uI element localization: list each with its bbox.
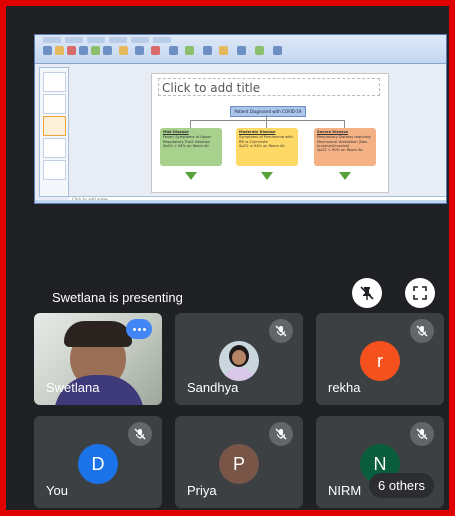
fullscreen-button[interactable] [405, 278, 435, 308]
meeting-window: Click to add title Patient Diagnosed wit… [0, 0, 455, 516]
mic-off-icon [269, 422, 293, 446]
avatar [219, 341, 259, 381]
participant-name: NIRM [328, 483, 362, 498]
participant-name: Sandhya [187, 380, 239, 395]
participant-name: Swetlana [46, 380, 100, 395]
participant-tile-you[interactable]: D You [34, 416, 162, 508]
avatar: r [360, 341, 400, 381]
more-options-button[interactable] [126, 319, 152, 339]
unpin-button[interactable] [352, 278, 382, 308]
mic-off-icon [410, 422, 434, 446]
mic-off-icon [269, 319, 293, 343]
participant-name: Priya [187, 483, 217, 498]
fullscreen-icon [413, 286, 427, 300]
mic-off-icon [410, 319, 434, 343]
presentation-stage: Click to add title Patient Diagnosed wit… [34, 14, 447, 310]
participant-tile-swetlana[interactable]: Swetlana [34, 313, 162, 405]
slide-canvas: Click to add title Patient Diagnosed wit… [151, 73, 389, 193]
others-count-button[interactable]: 6 others [369, 473, 434, 498]
card-severe: Severe Disease Respiratory Distress requ… [314, 128, 376, 166]
mic-off-icon [128, 422, 152, 446]
card-mild: Mild Disease Fever/ Symptoms of Upper Re… [160, 128, 222, 166]
presenter-label: Swetlana is presenting [52, 290, 183, 305]
participant-tile-priya[interactable]: P Priya [175, 416, 303, 508]
card-moderate: Moderate Disease Symptoms of Pneumonia w… [236, 128, 298, 166]
flowchart-root-box: Patient Diagnosed with COVID-19 [230, 106, 306, 117]
avatar: D [78, 444, 118, 484]
slide-thumbnails-pane [39, 67, 69, 197]
slide-title-placeholder: Click to add title [158, 78, 380, 96]
participant-name: You [46, 483, 68, 498]
avatar: P [219, 444, 259, 484]
down-arrow-icon [185, 172, 197, 180]
powerpoint-ribbon [35, 35, 446, 64]
shared-screen: Click to add title Patient Diagnosed wit… [34, 34, 447, 204]
participant-tile-rekha[interactable]: r rekha [316, 313, 444, 405]
down-arrow-icon [261, 172, 273, 180]
participant-tile-sandhya[interactable]: Sandhya [175, 313, 303, 405]
down-arrow-icon [339, 172, 351, 180]
pin-off-icon [360, 286, 374, 300]
participant-tile-nirm[interactable]: N NIRM 6 others [316, 416, 444, 508]
participant-name: rekha [328, 380, 361, 395]
status-bar [35, 200, 446, 203]
